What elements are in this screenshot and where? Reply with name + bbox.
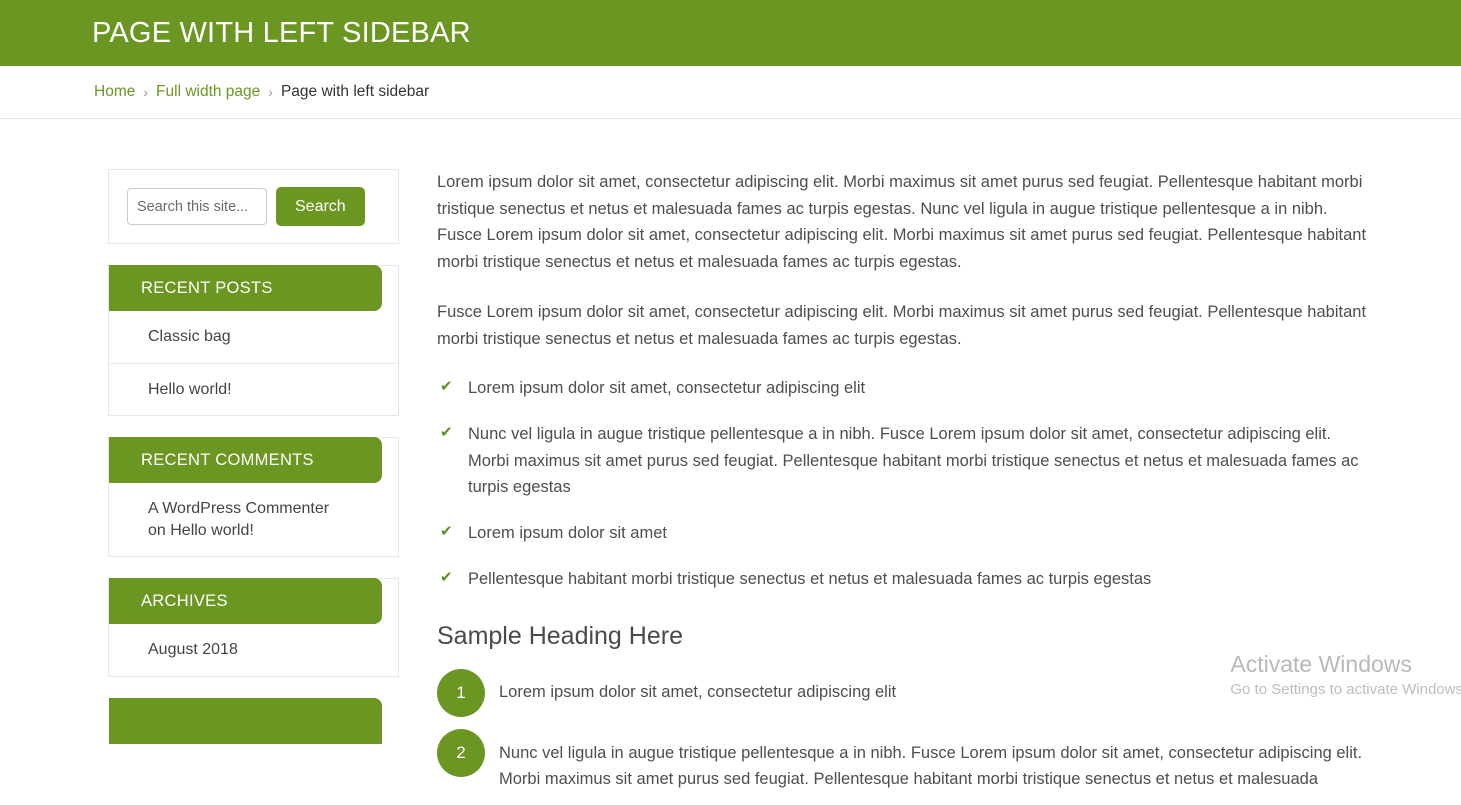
left-sidebar: Search Recent Posts Classic bag Hello wo… — [108, 169, 399, 805]
widget-title-recent-comments: Recent Comments — [109, 437, 382, 484]
numbered-list: 1 Lorem ipsum dolor sit amet, consectetu… — [437, 668, 1375, 793]
page-header-band: Page with left sidebar — [0, 0, 1461, 66]
search-input[interactable] — [127, 188, 267, 225]
breadcrumb-separator-icon: › — [268, 84, 273, 100]
list-item-text: Pellentesque habitant morbi tristique se… — [468, 569, 1152, 588]
section-heading: Sample Heading Here — [437, 621, 683, 650]
list-item: ✔ Lorem ipsum dolor sit amet, consectetu… — [437, 375, 1375, 402]
recent-post-link[interactable]: Hello world! — [148, 381, 232, 398]
widget-title-recent-posts: Recent Posts — [109, 265, 382, 311]
page-layout: Search Recent Posts Classic bag Hello wo… — [0, 119, 1461, 805]
list-item-text: Nunc vel ligula in augue tristique pelle… — [499, 743, 1363, 789]
body-paragraph: Fusce Lorem ipsum dolor sit amet, consec… — [437, 302, 1367, 348]
number-badge: 1 — [437, 668, 485, 717]
list-item[interactable]: August 2018 — [109, 624, 398, 676]
widget-clipped — [108, 697, 399, 744]
breadcrumb-item-full-width-page[interactable]: Full width page — [156, 83, 260, 101]
list-item: ✔ Pellentesque habitant morbi tristique … — [437, 566, 1375, 593]
search-widget: Search — [108, 169, 399, 244]
archive-link[interactable]: August 2018 — [148, 641, 238, 658]
check-icon: ✔ — [440, 523, 453, 541]
list-item: 1 Lorem ipsum dolor sit amet, consectetu… — [437, 668, 1375, 717]
breadcrumb-bar: Home › Full width page › Page with left … — [0, 66, 1461, 119]
archives-list: August 2018 — [109, 624, 398, 676]
check-icon: ✔ — [440, 424, 453, 442]
widget-title-archives: Archives — [109, 578, 382, 625]
body-paragraph: Lorem ipsum dolor sit amet, consectetur … — [437, 173, 1367, 272]
widget-title-clipped — [109, 697, 382, 744]
list-item: ✔ Nunc vel ligula in augue tristique pel… — [437, 421, 1375, 501]
recent-comments-list: A WordPress Commenter on Hello world! — [109, 483, 398, 556]
breadcrumb-item-current: Page with left sidebar — [280, 83, 430, 100]
number-badge: 2 — [437, 728, 485, 777]
list-item-text: Lorem ipsum dolor sit amet — [468, 524, 667, 543]
search-button[interactable]: Search — [276, 187, 365, 226]
widget-body-recent-posts: Classic bag Hello world! — [108, 303, 399, 417]
comment-author[interactable]: A WordPress Commenter — [148, 498, 384, 520]
breadcrumb: Home › Full width page › Page with left … — [94, 83, 429, 101]
widget-archives: Archives August 2018 — [108, 578, 399, 677]
check-icon: ✔ — [440, 568, 453, 586]
widget-body-recent-comments: A WordPress Commenter on Hello world! — [108, 475, 399, 558]
list-item-text: Lorem ipsum dolor sit amet, consectetur … — [499, 683, 897, 702]
widget-recent-posts: Recent Posts Classic bag Hello world! — [108, 265, 399, 417]
recent-post-link[interactable]: Classic bag — [148, 328, 231, 345]
page-title: Page with left sidebar — [92, 16, 471, 49]
list-item[interactable]: A WordPress Commenter on Hello world! — [109, 483, 398, 556]
checkmark-list: ✔ Lorem ipsum dolor sit amet, consectetu… — [437, 375, 1375, 592]
check-icon: ✔ — [440, 378, 453, 396]
breadcrumb-item-home[interactable]: Home — [94, 83, 135, 101]
list-item-text: Lorem ipsum dolor sit amet, consectetur … — [468, 379, 866, 398]
list-item: 2 Nunc vel ligula in augue tristique pel… — [437, 728, 1375, 793]
widget-body-archives: August 2018 — [108, 616, 399, 677]
widget-recent-comments: Recent Comments A WordPress Commenter on… — [108, 437, 399, 558]
breadcrumb-separator-icon: › — [143, 84, 149, 100]
main-content: Lorem ipsum dolor sit amet, consectetur … — [399, 169, 1461, 805]
list-item[interactable]: Hello world! — [109, 362, 398, 416]
recent-posts-list: Classic bag Hello world! — [109, 311, 398, 415]
list-item: ✔ Lorem ipsum dolor sit amet — [437, 520, 1375, 547]
list-item[interactable]: Classic bag — [109, 311, 398, 363]
comment-target[interactable]: on Hello world! — [148, 520, 384, 542]
list-item-text: Nunc vel ligula in augue tristique pelle… — [468, 425, 1359, 497]
